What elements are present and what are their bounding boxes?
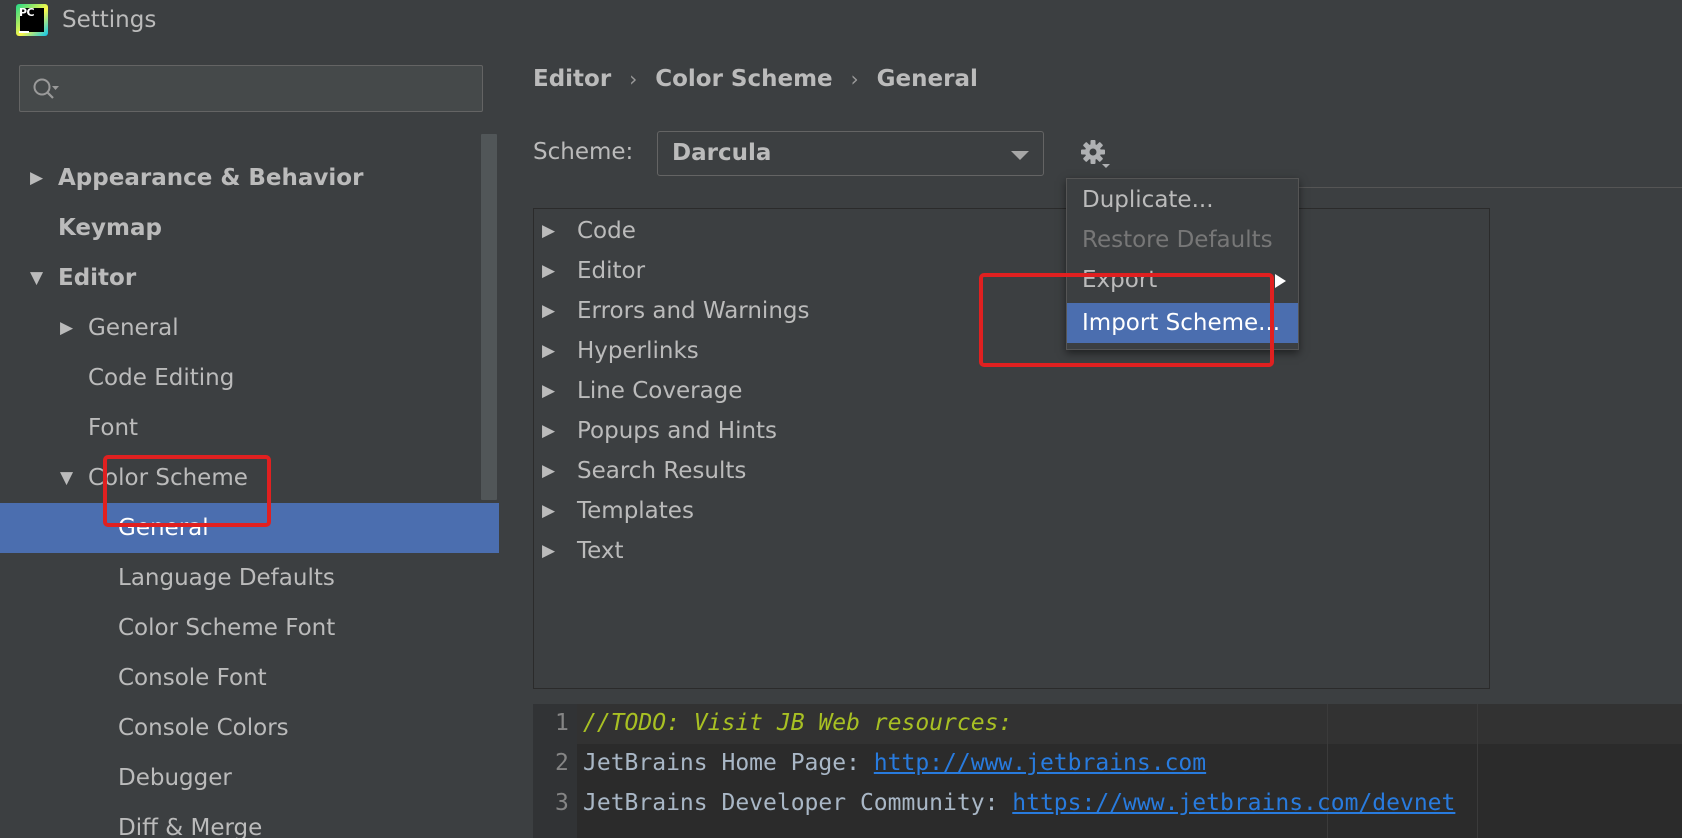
category-label: Code [577,218,636,244]
sidebar-item-label: Console Colors [118,715,289,741]
highlight-annotation-general [103,455,271,527]
sidebar-item-keymap[interactable]: Keymap [0,203,499,253]
sidebar-item-editor[interactable]: ▼ Editor [0,253,499,303]
gear-icon[interactable] [1077,136,1113,172]
code-preview[interactable]: 1 //TODO: Visit JB Web resources: 2 JetBrai… [533,704,1682,838]
sidebar-item-font[interactable]: Font [0,403,499,453]
menu-item-label: Duplicate... [1082,187,1214,213]
triangle-right-icon[interactable]: ▶ [542,411,555,451]
menu-item-duplicate[interactable]: Duplicate... [1067,180,1298,220]
main-panel: Editor › Color Scheme › General Scheme: Darc… [499,44,1682,838]
code-token: JetBrains Home Page: [583,750,874,776]
category-code[interactable]: ▶ Code [534,211,1134,251]
menu-item-restore-defaults: Restore Defaults [1067,220,1298,260]
triangle-right-icon[interactable]: ▶ [542,491,555,531]
triangle-right-icon[interactable]: ▶ [542,291,555,331]
category-label: Line Coverage [577,378,743,404]
triangle-right-icon[interactable]: ▶ [542,531,555,571]
sidebar-item-general[interactable]: ▶ General [0,303,499,353]
sidebar-item-label: Diff & Merge [118,815,263,838]
code-text: JetBrains Developer Community: https://w… [583,783,1455,823]
search-icon[interactable] [32,76,60,102]
submenu-arrow-icon [1275,274,1286,288]
category-search-results[interactable]: ▶ Search Results [534,451,1134,491]
highlight-annotation-import [979,273,1274,367]
sidebar-item-label: Appearance & Behavior [58,165,364,191]
scheme-value: Darcula [672,140,772,166]
triangle-right-icon[interactable]: ▶ [60,303,80,353]
code-text: //TODO: Visit JB Web resources: [583,703,1012,743]
settings-sidebar: ▶ Appearance & Behavior Keymap ▼ Editor ▶ Gene… [0,44,499,838]
sidebar-item-diff-merge[interactable]: Diff & Merge [0,803,499,838]
category-label: Text [577,538,624,564]
sidebar-item-console-colors[interactable]: Console Colors [0,703,499,753]
sidebar-item-console-font[interactable]: Console Font [0,653,499,703]
breadcrumb: Editor › Color Scheme › General [533,66,978,92]
sidebar-item-label: Keymap [58,215,162,241]
triangle-right-icon[interactable]: ▶ [542,371,555,411]
window-title: Settings [62,7,157,33]
sidebar-item-label: Language Defaults [118,565,335,591]
sidebar-item-appearance-behavior[interactable]: ▶ Appearance & Behavior [0,153,499,203]
sidebar-item-label: Font [88,415,139,441]
sidebar-item-label: Color Scheme Font [118,615,336,641]
hyperlink[interactable]: https://www.jetbrains.com/devnet [1012,790,1455,816]
line-number: 1 [555,710,569,736]
todo-comment: //TODO: Visit JB Web resources: [583,710,1013,736]
breadcrumb-separator: › [850,67,859,91]
category-line-coverage[interactable]: ▶ Line Coverage [534,371,1134,411]
sidebar-item-label: Console Font [118,665,267,691]
sidebar-scrollbar[interactable] [481,134,497,500]
triangle-down-icon[interactable]: ▼ [30,253,50,303]
line-number: 2 [555,750,569,776]
breadcrumb-editor[interactable]: Editor [533,66,611,92]
hyperlink[interactable]: http://www.jetbrains.com [874,750,1206,776]
scheme-dropdown[interactable]: Darcula [657,131,1044,176]
pycharm-logo-icon: PC [16,4,48,36]
triangle-right-icon[interactable]: ▶ [542,211,555,251]
right-margin-guide [1477,704,1478,838]
sidebar-item-label: Debugger [118,765,232,791]
triangle-right-icon[interactable]: ▶ [30,153,50,203]
category-label: Editor [577,258,646,284]
breadcrumb-color-scheme[interactable]: Color Scheme [655,66,832,92]
category-popups-and-hints[interactable]: ▶ Popups and Hints [534,411,1134,451]
code-text: JetBrains Home Page: http://www.jetbrain… [583,743,1206,783]
caret-down-icon [1011,151,1029,160]
category-label: Popups and Hints [577,418,778,444]
category-label: Templates [577,498,694,524]
sidebar-item-code-editing[interactable]: Code Editing [0,353,499,403]
line-number: 3 [555,790,569,816]
breadcrumb-separator: › [629,67,638,91]
category-label: Hyperlinks [577,338,699,364]
menu-item-label: Restore Defaults [1082,227,1273,253]
category-label: Search Results [577,458,747,484]
sidebar-item-debugger[interactable]: Debugger [0,753,499,803]
category-text[interactable]: ▶ Text [534,531,1134,571]
sidebar-item-language-defaults[interactable]: Language Defaults [0,553,499,603]
category-label: Errors and Warnings [577,298,810,324]
triangle-right-icon[interactable]: ▶ [542,251,555,291]
category-templates[interactable]: ▶ Templates [534,491,1134,531]
sidebar-item-label: Editor [58,265,137,291]
sidebar-item-label: Code Editing [88,365,235,391]
scheme-label: Scheme: [533,139,634,165]
code-token: JetBrains Developer Community: [583,790,1013,816]
triangle-right-icon[interactable]: ▶ [542,331,555,371]
search-input[interactable] [19,65,483,112]
sidebar-item-label: General [88,315,179,341]
sidebar-item-color-scheme-font[interactable]: Color Scheme Font [0,603,499,653]
logo-text: PC [19,6,35,19]
title-bar: PC Settings [0,0,1682,44]
triangle-down-icon[interactable]: ▼ [60,453,80,503]
breadcrumb-general: General [876,66,978,92]
triangle-right-icon[interactable]: ▶ [542,451,555,491]
